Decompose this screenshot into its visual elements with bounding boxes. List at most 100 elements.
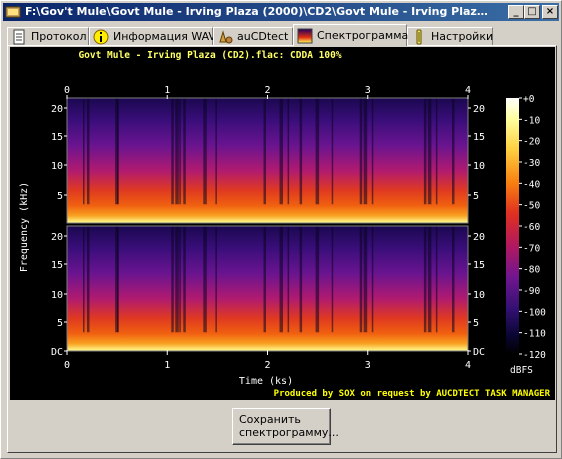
maximize-icon: □ — [527, 6, 537, 17]
colorbar-ticks: +0 -10 -20 -30 -40 -50 -60 -70 -80 -90 -100 -110 -12… — [519, 94, 546, 361]
tab-wav-info[interactable]: Информация WAV — [89, 27, 216, 45]
y-tick-left: 5 — [57, 191, 63, 202]
quiet-streak — [203, 98, 207, 205]
quiet-streak — [183, 226, 186, 333]
quiet-streak — [179, 226, 181, 333]
quiet-streak — [315, 98, 320, 205]
save-button-label-line1: Сохранить — [239, 413, 301, 426]
quiet-streak — [287, 98, 290, 205]
tab-settings[interactable]: Настройки — [407, 27, 493, 45]
spectrogram-view: Govt Mule - Irving Plaza (CD2).flac: CDD… — [10, 47, 555, 400]
quiet-streak — [359, 98, 363, 205]
y-tick-left: 15 — [51, 260, 63, 271]
colorbar — [506, 98, 519, 354]
colorbar-tick-label: -90 — [523, 286, 540, 297]
x-tick-bottom: 0 — [64, 360, 70, 371]
quiet-streak — [363, 226, 368, 333]
x-axis-label: Time (ks) — [239, 376, 293, 387]
quiet-streak — [171, 98, 174, 205]
spectrogram-icon — [297, 28, 313, 44]
quiet-streak — [83, 98, 85, 205]
y-tick-right: 5 — [473, 191, 479, 202]
quiet-streak — [427, 98, 432, 205]
quiet-streak — [263, 226, 266, 333]
save-spectrogram-button[interactable]: Сохранить спектрограмму... — [232, 408, 339, 445]
window-title: F:\Gov't Mule\Govt Mule - Irving Plaza (… — [25, 5, 495, 18]
quiet-streak — [359, 226, 363, 333]
maximize-button[interactable]: □ — [524, 5, 540, 19]
tab-spectrogram[interactable]: Спектрограмма — [293, 24, 409, 46]
spectrogram-title: Govt Mule - Irving Plaza (CD2).flac: CDD… — [78, 50, 341, 61]
aucdtect-icon — [219, 30, 233, 44]
tab-aucdtect[interactable]: auCDtect — [213, 27, 293, 45]
quiet-streak — [215, 226, 217, 333]
quiet-streak — [423, 226, 427, 333]
quiet-streak — [263, 98, 266, 205]
title-bar[interactable]: F:\Gov't Mule\Govt Mule - Irving Plaza (… — [3, 3, 559, 21]
tab-label: Информация WAV — [113, 30, 216, 43]
x-tick-bottom: 4 — [465, 360, 471, 371]
y-tick-right: 15 — [473, 260, 485, 271]
app-icon — [5, 6, 21, 18]
quiet-streak — [452, 226, 455, 333]
quiet-streak — [215, 98, 217, 205]
y-tick-left: 10 — [51, 161, 63, 172]
tab-label: Спектрограмма — [317, 29, 409, 42]
quiet-streak — [117, 98, 119, 205]
x-tick-top: 1 — [164, 85, 170, 96]
quiet-streak — [87, 226, 90, 333]
quiet-streak — [87, 98, 90, 205]
quiet-streak — [371, 98, 374, 205]
quiet-streak — [83, 226, 85, 333]
y-tick-left: 15 — [51, 132, 63, 143]
quiet-streak — [179, 98, 181, 205]
settings-icon — [416, 29, 422, 45]
quiet-streak — [175, 226, 179, 333]
spectrogram-band — [67, 226, 468, 351]
footer-credit: Produced by SOX on request by AUCDTECT T… — [274, 389, 551, 399]
colorbar-tick-label: -10 — [523, 115, 540, 126]
quiet-streak — [435, 226, 438, 333]
tab-label: Протокол — [31, 30, 87, 43]
save-button-label-line2: спектрограмму... — [239, 426, 339, 439]
log-icon — [13, 29, 25, 45]
spectrogram-channel-1 — [66, 97, 469, 224]
quiet-streak — [175, 98, 179, 205]
quiet-streak — [363, 98, 368, 205]
y-tick-right: 10 — [473, 290, 485, 301]
minimize-icon: _ — [513, 6, 519, 17]
y-tick-right: 20 — [473, 104, 485, 115]
tab-label: auCDtect — [237, 30, 289, 43]
y-tick-right: 15 — [473, 132, 485, 143]
quiet-streak — [315, 226, 320, 333]
info-icon — [93, 29, 109, 45]
y-tick-left: 5 — [57, 318, 63, 329]
quiet-streak — [423, 98, 427, 205]
colorbar-tick-label: -50 — [523, 201, 540, 212]
quiet-streak — [203, 226, 207, 333]
x-tick-bottom: 2 — [264, 360, 270, 371]
quiet-streak — [331, 226, 334, 333]
quiet-streak — [287, 226, 290, 333]
quiet-streak — [299, 226, 303, 333]
colorbar-tick-label: -100 — [523, 307, 546, 318]
application-window: F:\Gov't Mule\Govt Mule - Irving Plaza (… — [0, 0, 562, 459]
spectrogram-svg: Govt Mule - Irving Plaza (CD2).flac: CDD… — [19, 50, 551, 399]
minimize-button[interactable]: _ — [508, 5, 524, 19]
tab-log[interactable]: Протокол — [7, 27, 89, 45]
y-axis-label: Frequency (kHz) — [19, 182, 30, 272]
close-button[interactable]: × — [542, 5, 558, 19]
quiet-streak — [371, 226, 374, 333]
y-tick-left: 20 — [51, 104, 63, 115]
quiet-streak — [299, 98, 303, 205]
y-tick-left: 10 — [51, 290, 63, 301]
colorbar-unit: dBFS — [510, 365, 533, 376]
y-tick-left: 20 — [51, 232, 63, 243]
tab-label: Настройки — [431, 30, 494, 43]
spectrogram-channel-2 — [66, 225, 469, 352]
quiet-streak — [435, 98, 438, 205]
colorbar-tick-label: -60 — [523, 222, 540, 233]
quiet-streak — [183, 98, 186, 205]
y-tick-right: 5 — [473, 318, 479, 329]
x-tick-top: 0 — [64, 85, 70, 96]
